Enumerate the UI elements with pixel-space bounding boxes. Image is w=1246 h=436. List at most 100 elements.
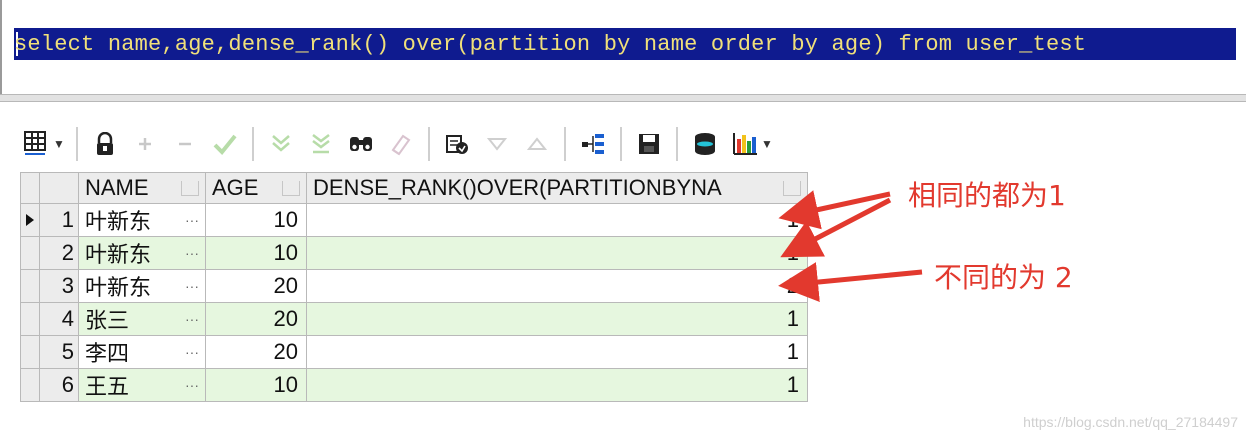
- sql-editor[interactable]: select name,age,dense_rank() over(partit…: [0, 0, 1246, 96]
- pane-splitter[interactable]: [0, 94, 1246, 102]
- grid-view-button[interactable]: ▼: [22, 128, 66, 160]
- row-number: 3: [39, 269, 79, 303]
- cell-rank[interactable]: 1: [306, 203, 808, 237]
- query-tree-icon: [582, 134, 604, 154]
- cell-age[interactable]: 10: [205, 236, 307, 270]
- column-header-dense-rank[interactable]: DENSE_RANK()OVER(PARTITIONBYNA: [306, 172, 808, 204]
- table-row[interactable]: 5 李四 ··· 20 1: [20, 335, 808, 369]
- clear-button[interactable]: [384, 128, 418, 160]
- minus-icon: [179, 142, 191, 146]
- cell-rank[interactable]: 1: [306, 302, 808, 336]
- ellipsis-button[interactable]: ···: [175, 311, 205, 327]
- column-header-name[interactable]: NAME: [78, 172, 206, 204]
- grid-icon: [24, 131, 47, 155]
- cell-age[interactable]: 20: [205, 335, 307, 369]
- sql-selected-line[interactable]: select name,age,dense_rank() over(partit…: [14, 28, 1236, 60]
- sort-handle[interactable]: [181, 180, 199, 196]
- row-pointer-icon: [26, 214, 34, 226]
- export-button[interactable]: [440, 128, 474, 160]
- cell-name[interactable]: 叶新东 ···: [78, 236, 206, 270]
- database-icon: [695, 133, 715, 155]
- ellipsis-button[interactable]: ···: [175, 377, 205, 393]
- table-row[interactable]: 3 叶新东 ··· 20 2: [20, 269, 808, 303]
- chevron-down-icon[interactable]: ▼: [53, 137, 65, 151]
- plus-icon: [139, 138, 151, 150]
- next-record-button[interactable]: [480, 128, 514, 160]
- row-indicator: [20, 302, 40, 336]
- chevron-down-icon[interactable]: ▼: [761, 137, 773, 151]
- table-row[interactable]: 2 叶新东 ··· 10 1: [20, 236, 808, 270]
- grid-corner-rownum: [39, 172, 79, 204]
- cell-name[interactable]: 李四 ···: [78, 335, 206, 369]
- cell-age[interactable]: 10: [205, 203, 307, 237]
- cell-age[interactable]: 10: [205, 368, 307, 402]
- chart-icon: [733, 133, 758, 155]
- row-number: 2: [39, 236, 79, 270]
- cell-rank[interactable]: 1: [306, 368, 808, 402]
- toolbar-separator: [620, 127, 622, 161]
- cell-rank[interactable]: 1: [306, 335, 808, 369]
- database-button[interactable]: [688, 128, 722, 160]
- table-row[interactable]: 6 王五 ··· 10 1: [20, 368, 808, 402]
- row-indicator: [20, 335, 40, 369]
- cell-name[interactable]: 张三 ···: [78, 302, 206, 336]
- lock-icon: [97, 132, 113, 155]
- cell-name-text: 王五: [85, 374, 130, 399]
- cell-age[interactable]: 20: [205, 302, 307, 336]
- table-row[interactable]: 4 张三 ··· 20 1: [20, 302, 808, 336]
- column-header-age[interactable]: AGE: [205, 172, 307, 204]
- column-header-label: NAME: [85, 175, 149, 200]
- toolbar-separator: [676, 127, 678, 161]
- previous-record-button[interactable]: [520, 128, 554, 160]
- ellipsis-button[interactable]: ···: [175, 344, 205, 360]
- fetch-next-button[interactable]: [264, 128, 298, 160]
- cell-name[interactable]: 叶新东 ···: [78, 203, 206, 237]
- fetch-all-button[interactable]: [304, 128, 338, 160]
- ellipsis-button[interactable]: ···: [175, 212, 205, 228]
- filter-down-icon: [272, 135, 290, 152]
- chart-button[interactable]: ▼: [728, 128, 776, 160]
- save-button[interactable]: [632, 128, 666, 160]
- cell-name[interactable]: 王五 ···: [78, 368, 206, 402]
- row-indicator: [20, 236, 40, 270]
- add-record-button[interactable]: [128, 128, 162, 160]
- row-number: 5: [39, 335, 79, 369]
- ellipsis-button[interactable]: ···: [175, 278, 205, 294]
- row-indicator: [20, 368, 40, 402]
- cell-name-text: 张三: [85, 308, 130, 333]
- arrow-to-row-2: [780, 197, 892, 258]
- sort-handle[interactable]: [783, 180, 801, 196]
- annotation-different-rank: 不同的为 2: [934, 261, 1073, 294]
- cell-rank[interactable]: 2: [306, 269, 808, 303]
- cell-age[interactable]: 20: [205, 269, 307, 303]
- eraser-icon: [391, 134, 411, 156]
- column-header-label: AGE: [212, 175, 259, 200]
- cell-name[interactable]: 叶新东 ···: [78, 269, 206, 303]
- binoculars-icon: [350, 137, 372, 151]
- cell-name-text: 叶新东: [85, 209, 152, 234]
- grid-header-row: NAME AGE DENSE_RANK()OVER(PARTITIONBYNA: [20, 172, 808, 204]
- table-row[interactable]: 1 叶新东 ··· 10 1: [20, 203, 808, 237]
- toolbar-separator: [428, 127, 430, 161]
- find-button[interactable]: [344, 128, 378, 160]
- delete-record-button[interactable]: [168, 128, 202, 160]
- cell-name-text: 叶新东: [85, 275, 152, 300]
- current-row-indicator: [20, 203, 40, 237]
- ellipsis-button[interactable]: ···: [175, 245, 205, 261]
- check-icon: [213, 134, 237, 155]
- query-tree-button[interactable]: [576, 128, 610, 160]
- cell-rank[interactable]: 1: [306, 236, 808, 270]
- triangle-up-icon: [527, 137, 547, 150]
- toolbar-separator: [76, 127, 78, 161]
- cell-name-text: 李四: [85, 341, 130, 366]
- cell-name-text: 叶新东: [85, 242, 152, 267]
- result-grid: NAME AGE DENSE_RANK()OVER(PARTITIONBYNA …: [20, 172, 808, 402]
- row-number: 6: [39, 368, 79, 402]
- filter-down-all-icon: [312, 134, 330, 154]
- watermark: https://blog.csdn.net/qq_27184497: [1023, 414, 1238, 430]
- arrow-to-row-1: [778, 190, 891, 230]
- grid-corner: [20, 172, 40, 204]
- lock-button[interactable]: [88, 128, 122, 160]
- sort-handle[interactable]: [282, 180, 300, 196]
- post-changes-button[interactable]: [208, 128, 242, 160]
